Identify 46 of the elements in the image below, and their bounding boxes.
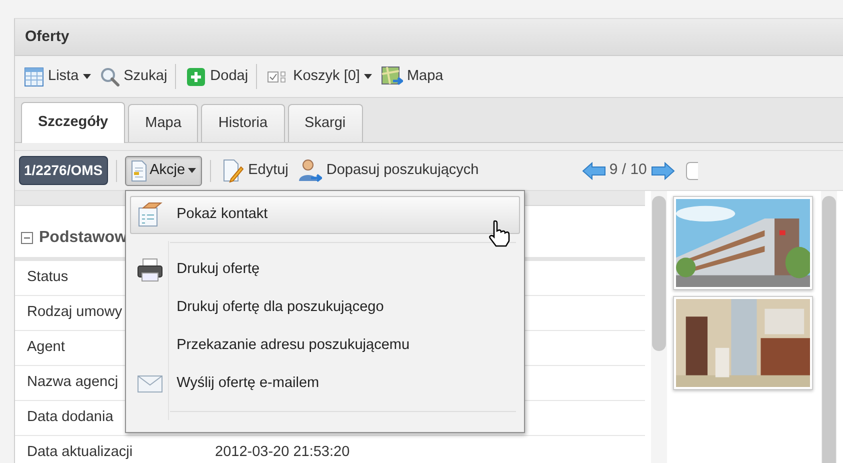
page-counter: 9 / 10 xyxy=(609,160,647,180)
scrollbar-thumb[interactable] xyxy=(652,196,666,351)
next-arrow-icon[interactable] xyxy=(650,162,675,180)
record-id-badge: 1/2276/OMS xyxy=(19,156,108,185)
plus-icon xyxy=(186,66,206,86)
menu-item[interactable]: Przekazanie adresu poszukującemu xyxy=(130,326,520,364)
person-icon xyxy=(298,158,322,182)
toolbar-button[interactable]: Lista xyxy=(21,64,94,90)
collapse-icon[interactable] xyxy=(21,232,33,244)
menu-item[interactable]: Drukuj ofertę dla poszukującego xyxy=(130,288,520,326)
caret-icon xyxy=(188,168,196,173)
toolbar-button[interactable]: Szukaj xyxy=(96,64,176,90)
field-label: Rodzaj umowy xyxy=(27,303,122,322)
field-label: Agent xyxy=(27,338,65,358)
map-icon xyxy=(380,66,403,88)
field-value: 2012-03-20 21:53:20 xyxy=(215,443,351,462)
toolbar-button[interactable]: Dodaj xyxy=(183,64,258,90)
section-title: Podstawow xyxy=(39,228,128,248)
tab[interactable]: Skargi xyxy=(288,104,363,142)
toolbar-button[interactable]: Mapa xyxy=(378,64,446,90)
tab[interactable]: Szczegóły xyxy=(21,102,126,143)
panel-title: Oferty xyxy=(25,26,70,47)
scrollbar-thumb[interactable] xyxy=(822,196,836,463)
caret-icon xyxy=(364,74,372,79)
previous-arrow-icon[interactable] xyxy=(582,162,606,180)
document-icon xyxy=(130,160,147,182)
menu-item[interactable]: Wyślij ofertę e-mailem xyxy=(130,364,520,402)
envelope-icon xyxy=(136,374,163,392)
table-icon xyxy=(24,66,44,86)
search-icon xyxy=(100,66,120,86)
checkbox[interactable] xyxy=(686,162,698,180)
printer-icon xyxy=(136,258,163,282)
toolbar-button[interactable]: Dopasuj poszukujących xyxy=(295,156,482,184)
edit-icon xyxy=(222,158,244,182)
tab[interactable]: Mapa xyxy=(128,104,198,142)
caret-icon xyxy=(82,74,91,79)
field-label: Nazwa agencj xyxy=(27,373,118,392)
contact-card-icon xyxy=(136,202,163,228)
toolbar-button[interactable]: Edytuj xyxy=(219,156,292,184)
field-label: Status xyxy=(27,268,68,288)
tab[interactable]: Historia xyxy=(201,104,285,142)
menu-item[interactable]: Drukuj ofertę xyxy=(130,250,520,288)
field-label: Data dodania xyxy=(27,408,114,428)
actions-button[interactable]: Akcje xyxy=(124,156,202,186)
field-label: Data aktualizacji xyxy=(27,443,133,462)
toolbar-button[interactable]: Koszyk [0] xyxy=(264,64,375,90)
